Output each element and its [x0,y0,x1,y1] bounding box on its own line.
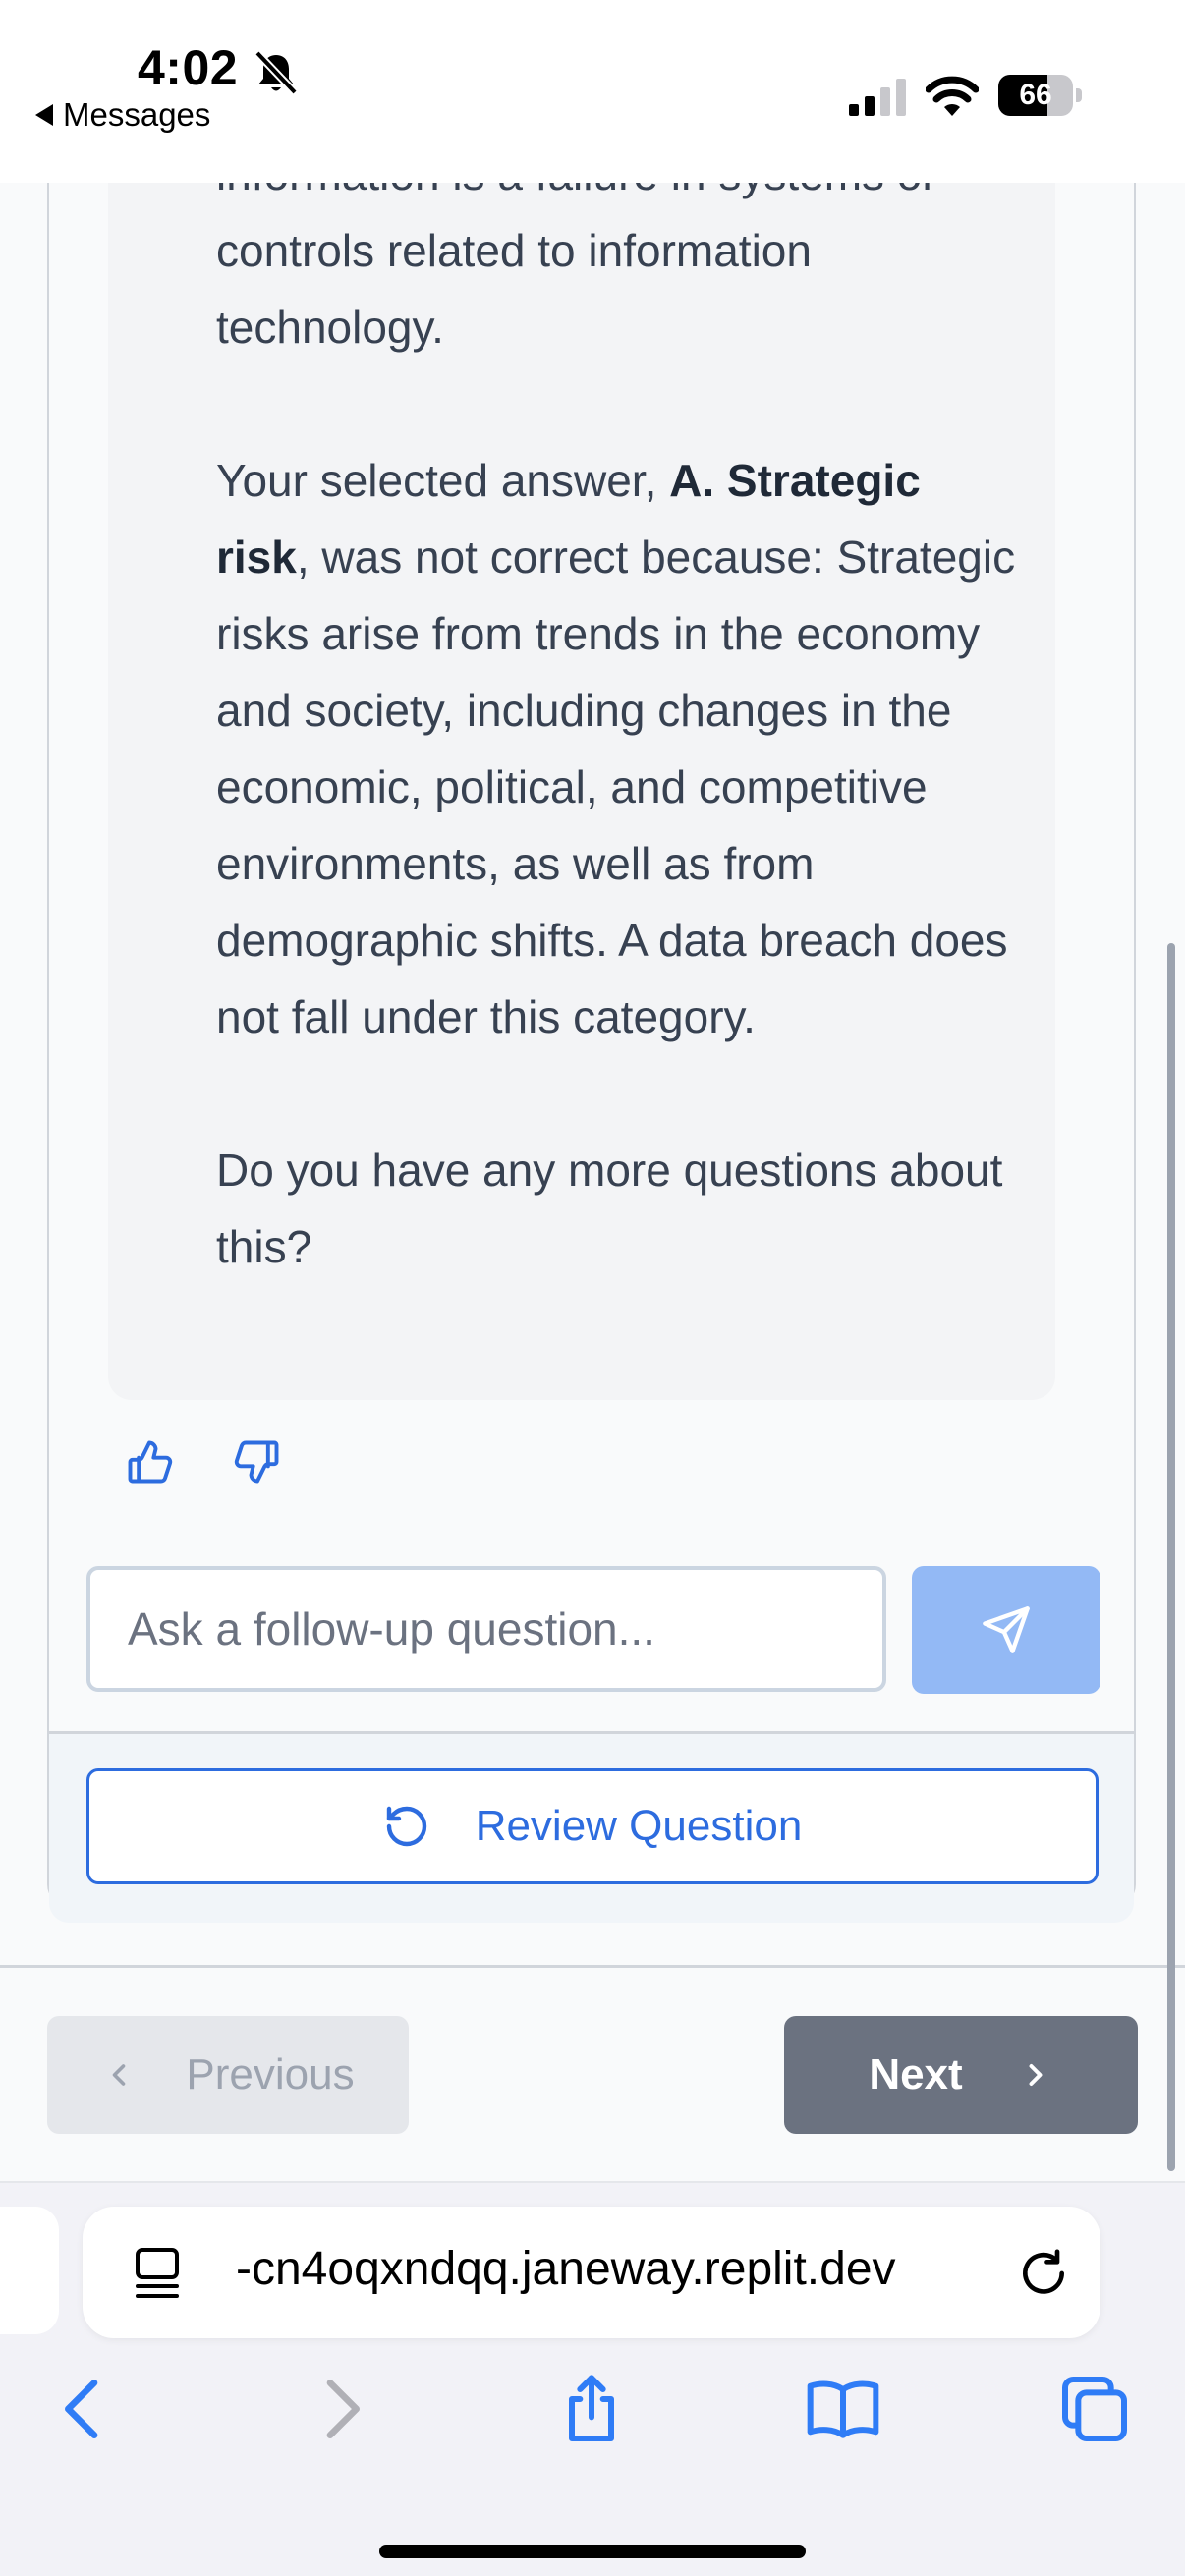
bookmarks-icon[interactable] [804,2370,882,2448]
battery-indicator: 66 [998,75,1083,116]
chevron-left-icon [113,2064,126,2086]
status-time: 4:02 [138,40,239,95]
address-bar[interactable]: -cn4oqxndqq.janeway.replit.dev [83,2207,1100,2338]
previous-tab-peek[interactable] [0,2207,59,2334]
question-navigation: Previous Next [0,1926,1185,2183]
page-scrollbar[interactable] [1167,943,1175,2171]
battery-percent: 66 [1019,79,1052,111]
previous-button[interactable]: Previous [47,2016,409,2134]
review-question-label: Review Question [475,1802,803,1850]
next-label: Next [869,2050,963,2099]
previous-label: Previous [186,2050,355,2099]
wifi-icon [926,76,979,116]
explanation-paragraph: information is a failure in systems or c… [216,183,937,353]
nav-divider [0,1965,1185,1968]
page-menu-icon[interactable] [132,2246,185,2301]
rotate-ccw-icon [386,1806,426,1847]
bell-slash-icon [254,50,298,95]
share-icon[interactable] [552,2370,631,2448]
chevron-right-icon [1029,2064,1043,2086]
tabs-icon[interactable] [1055,2370,1134,2448]
send-icon [983,1606,1030,1653]
browser-chrome: -cn4oqxndqq.janeway.replit.dev [0,2183,1185,2576]
back-app-label: Messages [63,96,211,133]
chat-content: information is a failure in systems or c… [0,183,1185,1926]
cellular-signal-icon [849,79,906,116]
next-button[interactable]: Next [784,2016,1138,2134]
assistant-message-text: information is a failure in systems or c… [216,183,1022,1285]
url-text: -cn4oqxndqq.janeway.replit.dev [236,2243,896,2295]
thumbs-down-icon[interactable] [232,1436,283,1487]
forward-icon[interactable] [301,2370,379,2448]
followup-question-input[interactable] [86,1566,886,1692]
thumbs-up-icon[interactable] [124,1436,175,1487]
status-bar: 4:02 Messages 66 [0,0,1185,183]
review-question-button[interactable]: Review Question [86,1768,1099,1884]
back-icon[interactable] [45,2370,124,2448]
followup-prompt-paragraph: Do you have any more questions about thi… [216,1145,1003,1272]
back-to-app-button[interactable]: Messages [35,96,210,134]
selected-answer-paragraph: Your selected answer, A. Strategic risk,… [216,455,1016,1042]
send-button[interactable] [912,1566,1100,1694]
reload-icon[interactable] [1016,2246,1071,2301]
home-indicator [379,2545,806,2558]
back-triangle-icon [35,104,53,126]
